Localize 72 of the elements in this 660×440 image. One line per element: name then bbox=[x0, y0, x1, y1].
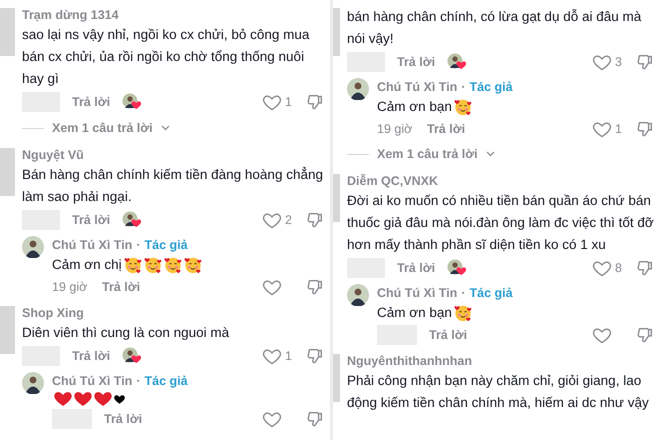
thumbs-down-icon[interactable] bbox=[636, 53, 654, 71]
separator-dot: · bbox=[461, 285, 466, 302]
reply-link[interactable]: Trả lời bbox=[72, 95, 110, 109]
comment-text: Phải công nhận bạn này chăm chỉ, giỏi giang, lao động kiếm tiền chân chính mà, hiếm ai dc như vậy bbox=[347, 372, 650, 412]
like-count: 8 bbox=[615, 261, 622, 275]
comment-text: Bán hàng chân chính kiếm tiền đàng hoàng chẳng làm sao phải ngại. bbox=[22, 166, 324, 206]
avatar-icon[interactable] bbox=[347, 78, 369, 100]
thumbs-down-icon[interactable] bbox=[636, 326, 654, 344]
comment-author: Diễm QC,VNXK bbox=[347, 173, 439, 190]
like-count: 1 bbox=[285, 95, 292, 109]
avatar-icon[interactable] bbox=[347, 284, 369, 306]
reply-link[interactable]: Trả lời bbox=[427, 122, 466, 136]
comment-text: sao lại ns vậy nhỉ, ngồi ko cx chửi, bỏ công mua bán cx chửi, ủa rồi ngồi ko chờ tổng thống nuôi hay gì bbox=[22, 26, 310, 88]
comment-time: 19 giờ bbox=[377, 122, 414, 136]
reply-author: Chú Tú Xì Tin bbox=[377, 285, 458, 302]
thumbs-down-icon[interactable] bbox=[306, 278, 324, 296]
reply-text: Cảm ơn bạn bbox=[377, 98, 452, 116]
comment-text: Đời ai ko muốn có nhiều tiền bán quần áo chứ bán thuốc giả đâu mà nói.đàn ông làm đc việc thì tốt đỡ hơn mấy thành phần sĩ diện tiền ko có 1 xu bbox=[347, 192, 654, 254]
thumbs-down-icon[interactable] bbox=[306, 211, 324, 229]
comment-text: Diên viên thì cung là con nguoi mà bbox=[22, 324, 230, 342]
author-label: Tác giả bbox=[144, 373, 188, 390]
reply-text: Cảm ơn chị bbox=[52, 256, 122, 274]
author-label: Tác giả bbox=[144, 237, 188, 254]
hearts-face-emoji-icon bbox=[124, 256, 142, 274]
reply-link[interactable]: Trả lời bbox=[397, 55, 436, 69]
thumbs-down-icon[interactable] bbox=[306, 93, 324, 111]
avatar-icon[interactable] bbox=[22, 236, 44, 258]
comment-author: Shop Xing bbox=[22, 305, 85, 322]
separator-dot: · bbox=[136, 237, 140, 254]
comment-author: Trạm dừng 1314 bbox=[22, 7, 120, 24]
reply-link[interactable]: Trả lời bbox=[72, 213, 110, 227]
comment-text: bán hàng chân chính, có lừa gạt dụ dỗ ai đâu mà nói vậy! bbox=[347, 8, 642, 48]
separator-dot: · bbox=[136, 373, 140, 390]
cropped-avatar bbox=[333, 8, 340, 56]
cropped-avatar bbox=[0, 148, 15, 196]
like-count: 3 bbox=[615, 55, 622, 69]
reply-link[interactable]: Trả lời bbox=[397, 261, 436, 275]
comment-time: 19 giờ bbox=[52, 280, 88, 294]
reply-link[interactable]: Trả lời bbox=[72, 349, 110, 363]
reply-link[interactable]: Trả lời bbox=[429, 328, 468, 342]
hearts-face-emoji-icon bbox=[184, 256, 202, 274]
thumbs-down-icon[interactable] bbox=[636, 120, 654, 138]
comment-author: Nguyênthithanhnhan bbox=[347, 353, 473, 370]
hearts-face-emoji-icon bbox=[164, 256, 182, 274]
reply-author: Chú Tú Xì Tin bbox=[52, 237, 132, 254]
hearts-face-emoji-icon bbox=[454, 304, 472, 322]
view-replies-link[interactable]: Xem 1 câu trả lời bbox=[52, 121, 153, 135]
reply-text: Cảm ơn bạn bbox=[377, 304, 452, 322]
thumbs-down-icon[interactable] bbox=[306, 410, 324, 428]
reply-author: Chú Tú Xì Tin bbox=[377, 79, 458, 96]
separator-dot: · bbox=[461, 79, 466, 96]
author-label: Tác giả bbox=[470, 79, 513, 96]
like-count: 2 bbox=[285, 213, 292, 227]
cropped-avatar bbox=[0, 306, 15, 354]
comment-author: Nguyệt Vũ bbox=[22, 147, 85, 164]
like-count: 1 bbox=[615, 122, 622, 136]
reply-link[interactable]: Trả lời bbox=[102, 280, 140, 294]
cropped-avatar bbox=[333, 354, 340, 402]
cropped-avatar bbox=[0, 8, 15, 56]
hearts-face-emoji-icon bbox=[454, 98, 472, 116]
like-count: 1 bbox=[285, 349, 292, 363]
reply-author: Chú Tú Xì Tin bbox=[52, 373, 132, 390]
cropped-avatar bbox=[333, 174, 340, 222]
chevron-down-icon bbox=[160, 125, 170, 131]
thumbs-down-icon[interactable] bbox=[636, 259, 654, 277]
thumbs-down-icon[interactable] bbox=[306, 347, 324, 365]
hearts-face-emoji-icon bbox=[144, 256, 162, 274]
author-label: Tác giả bbox=[470, 285, 513, 302]
view-replies-link[interactable]: Xem 1 câu trả lời bbox=[377, 147, 478, 161]
chevron-down-icon bbox=[486, 151, 495, 157]
avatar-icon[interactable] bbox=[22, 372, 44, 394]
reply-link[interactable]: Trả lời bbox=[104, 412, 142, 426]
